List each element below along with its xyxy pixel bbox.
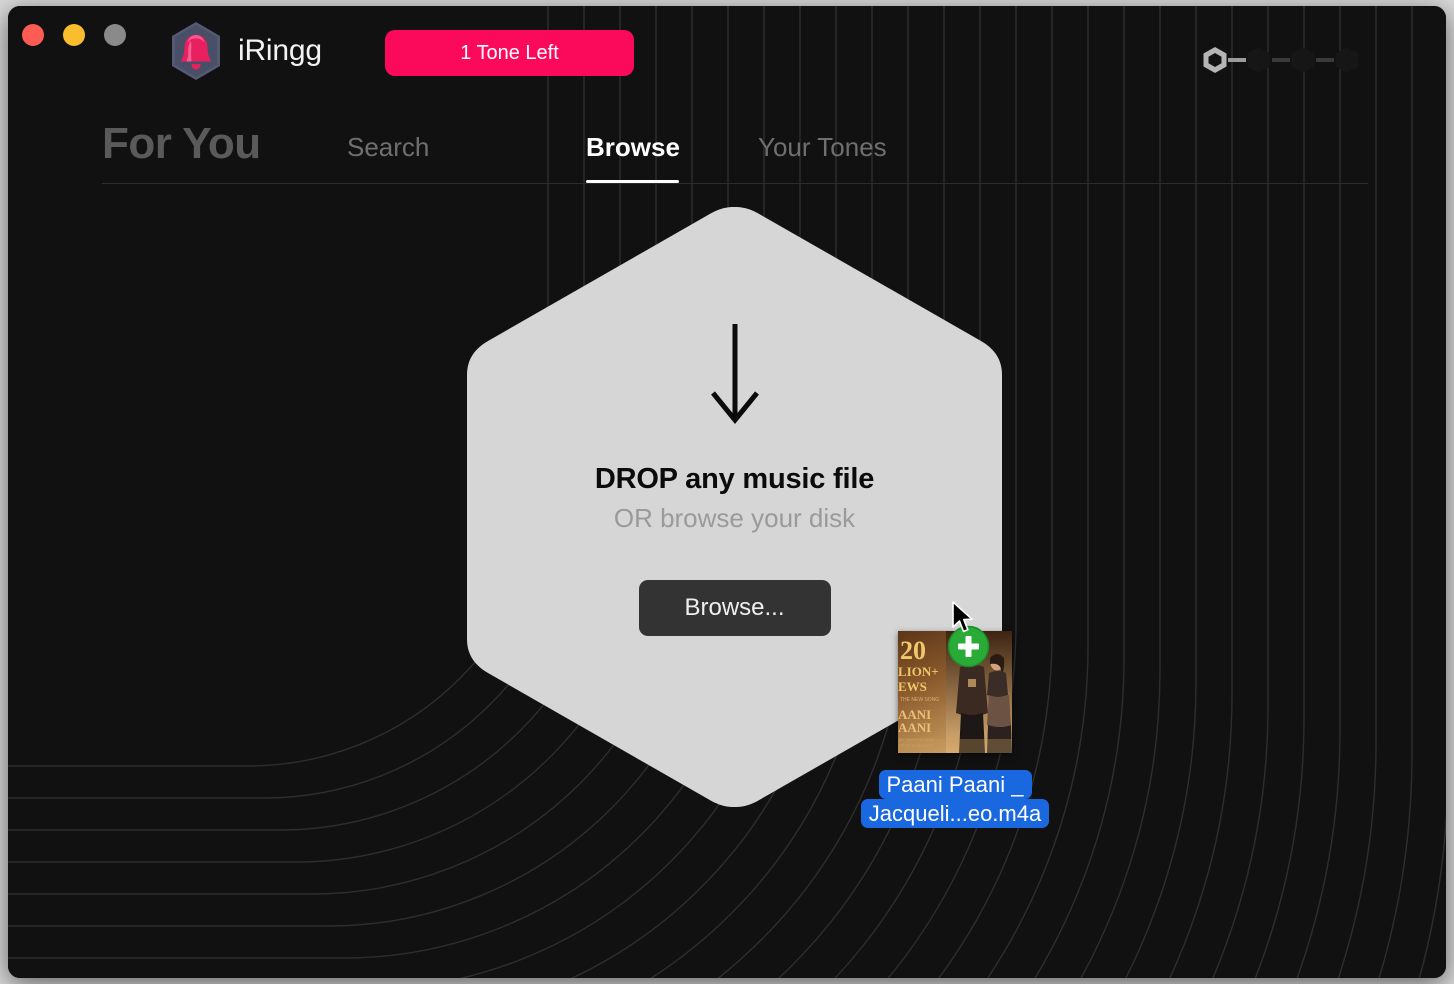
step-indicator [1202, 46, 1360, 74]
tab-your-tones[interactable]: Your Tones [758, 132, 887, 163]
tab-bar: For You Search Browse Your Tones [8, 101, 1446, 183]
tab-search[interactable]: Search [347, 132, 429, 163]
app-brand: iRingg [168, 20, 322, 82]
title-bar: iRingg 1 Tone Left [8, 6, 1446, 94]
drop-zone-subtitle: OR browse your disk [613, 503, 856, 533]
step-link-3 [1316, 58, 1334, 62]
tone-count-badge[interactable]: 1 Tone Left [385, 30, 634, 76]
step-hexagon-2[interactable] [1246, 46, 1272, 74]
step-hexagon-1-active[interactable] [1202, 46, 1228, 74]
arrow-down-icon [710, 324, 759, 424]
step-hexagon-4[interactable] [1334, 46, 1360, 74]
window-controls [22, 24, 126, 46]
app-window: iRingg 1 Tone Left For You Search Browse… [8, 6, 1446, 978]
tab-for-you[interactable]: For You [102, 119, 261, 169]
close-button[interactable] [22, 24, 44, 46]
minimize-button[interactable] [63, 24, 85, 46]
step-hexagon-3[interactable] [1290, 46, 1316, 74]
tab-browse[interactable]: Browse [586, 132, 680, 163]
step-link-1 [1228, 58, 1246, 62]
maximize-button[interactable] [104, 24, 126, 46]
app-title: iRingg [238, 34, 322, 67]
browse-button[interactable]: Browse... [638, 580, 831, 636]
step-link-2 [1272, 58, 1290, 62]
bell-hexagon-icon [172, 22, 220, 80]
tab-bar-divider [102, 183, 1368, 184]
drop-zone[interactable]: DROP any music file OR browse your disk … [463, 203, 1006, 811]
drop-zone-title: DROP any music file [594, 463, 875, 495]
